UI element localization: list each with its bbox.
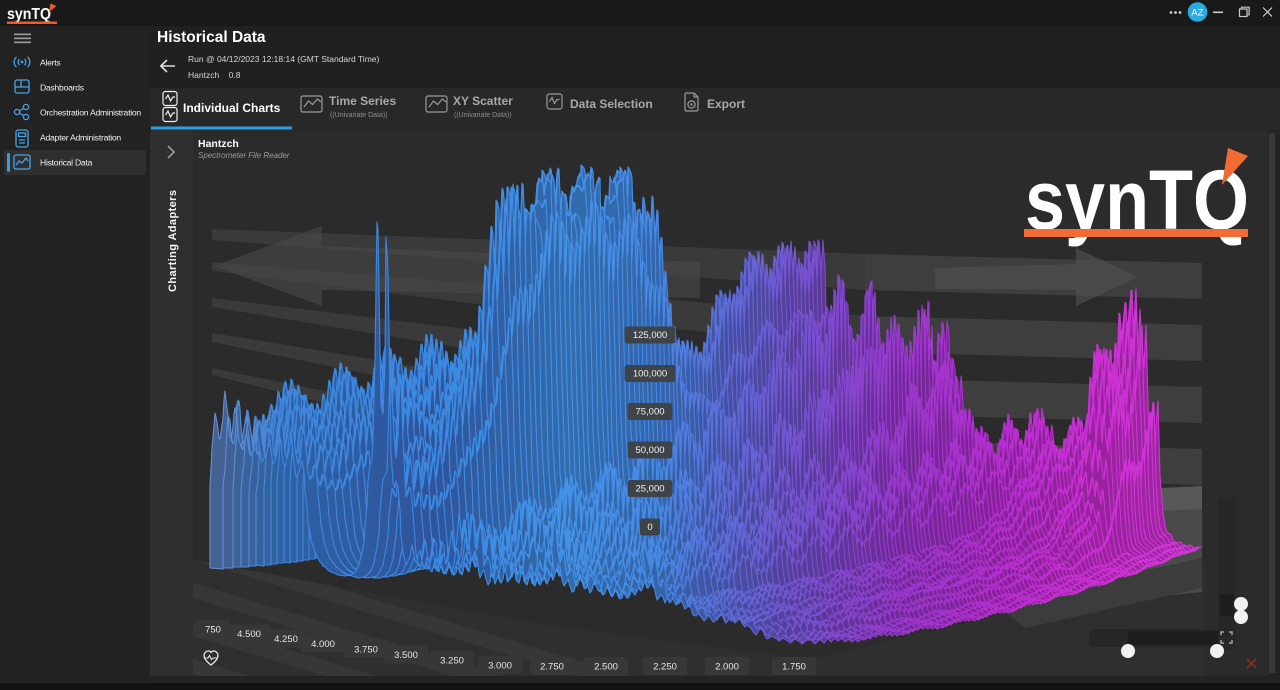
svg-text:2.750: 2.750 <box>540 661 564 672</box>
svg-text:3.750: 3.750 <box>354 644 378 655</box>
svg-text:Export: Export <box>707 97 745 111</box>
svg-text:Historical Data: Historical Data <box>40 158 93 168</box>
svg-text:50,000: 50,000 <box>635 445 664 456</box>
svg-text:((Univariate Data)): ((Univariate Data)) <box>454 112 512 119</box>
svg-text:2.500: 2.500 <box>594 661 618 672</box>
svg-text:XY Scatter: XY Scatter <box>453 94 513 108</box>
svg-text:Individual Charts: Individual Charts <box>183 101 281 115</box>
svg-text:Dashboards: Dashboards <box>40 83 84 93</box>
svg-text:Adapter Administration: Adapter Administration <box>40 133 121 143</box>
svg-text:3.250: 3.250 <box>440 655 464 666</box>
svg-text:25,000: 25,000 <box>635 484 664 495</box>
svg-text:AZ: AZ <box>1191 8 1203 19</box>
svg-text:4.000: 4.000 <box>311 639 335 650</box>
svg-text:2.250: 2.250 <box>653 661 677 672</box>
svg-text:Spectrometer File Reader: Spectrometer File Reader <box>198 151 290 160</box>
svg-text:Hantzch: Hantzch <box>198 138 239 150</box>
svg-text:Data Selection: Data Selection <box>570 97 653 111</box>
svg-text:Time Series: Time Series <box>329 94 396 108</box>
svg-text:Charting Adapters: Charting Adapters <box>167 190 179 292</box>
svg-text:750: 750 <box>205 624 221 635</box>
svg-text:100,000: 100,000 <box>633 369 667 380</box>
svg-text:3.000: 3.000 <box>488 660 512 671</box>
svg-text:125,000: 125,000 <box>633 330 667 341</box>
svg-text:Alerts: Alerts <box>40 58 60 68</box>
svg-text:1.750: 1.750 <box>782 661 806 672</box>
svg-text:75,000: 75,000 <box>635 407 664 418</box>
svg-text:4.250: 4.250 <box>274 634 298 645</box>
svg-text:Orchestration Administration: Orchestration Administration <box>40 108 141 118</box>
svg-text:((Univariate Data)): ((Univariate Data)) <box>330 112 388 119</box>
svg-text:4.500: 4.500 <box>237 629 261 640</box>
svg-text:3.500: 3.500 <box>394 650 418 661</box>
svg-text:0: 0 <box>647 522 652 533</box>
svg-text:synTQ: synTQ <box>7 6 51 23</box>
svg-text:2.000: 2.000 <box>715 661 739 672</box>
